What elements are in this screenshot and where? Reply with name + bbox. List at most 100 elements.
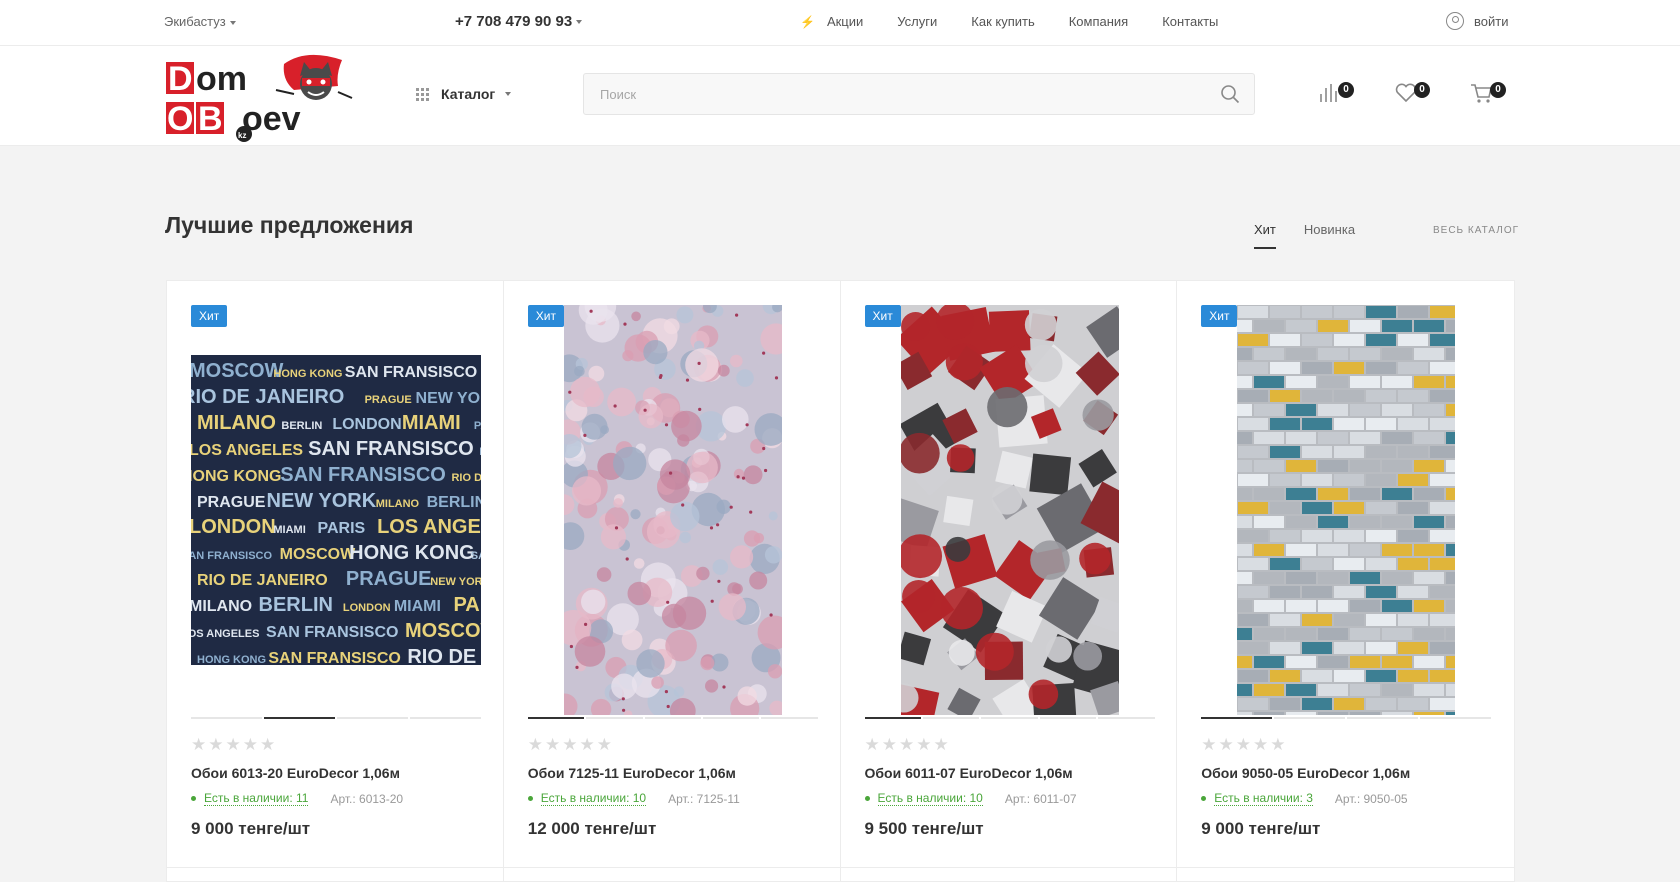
nav-item-services[interactable]: Услуги: [897, 14, 937, 29]
product-name[interactable]: Обои 9050-05 EuroDecor 1,06м: [1201, 765, 1410, 781]
brick: [1382, 628, 1413, 640]
product-image[interactable]: MOSCOW HONG KONG SAN FRANSISCO RIO DE JANEI…: [191, 305, 481, 715]
article-number: Арт.: 9050-05: [1334, 791, 1408, 806]
pattern-word: MILANO: [197, 412, 276, 434]
brick: [1430, 670, 1456, 682]
product-image[interactable]: [528, 305, 818, 715]
stock-status[interactable]: Есть в наличии: 3: [1214, 791, 1313, 806]
nav-item-company[interactable]: Компания: [1069, 14, 1129, 29]
brick: [1237, 320, 1253, 332]
brick: [1318, 348, 1349, 360]
pattern-word: MIAMI: [402, 412, 461, 434]
stock-status[interactable]: Есть в наличии: 10: [877, 791, 983, 806]
brick: [1446, 572, 1456, 584]
brick: [1270, 642, 1301, 654]
petal: [718, 593, 746, 621]
product-card[interactable]: Хит ★★★★★ Обои 9050-05 EuroDecor 1,06м Е…: [1177, 281, 1514, 881]
brick: [1238, 670, 1269, 682]
search-input[interactable]: [584, 74, 1184, 114]
product-name[interactable]: Обои 7125-11 EuroDecor 1,06м: [528, 765, 736, 781]
brick: [1398, 390, 1429, 402]
brick: [1238, 558, 1269, 570]
brick: [1446, 712, 1456, 715]
brick: [1270, 558, 1301, 570]
product-name[interactable]: Обои 6011-07 EuroDecor 1,06м: [865, 765, 1073, 781]
brick: [1366, 642, 1397, 654]
flower-center: [710, 599, 714, 603]
brick: [1382, 544, 1413, 556]
in-stock-dot-icon: [1201, 796, 1207, 801]
brick: [1334, 558, 1365, 570]
in-stock-dot-icon: [191, 796, 196, 801]
petal: [612, 446, 647, 481]
compare-button[interactable]: 0: [1318, 82, 1354, 104]
brick: [1414, 516, 1445, 528]
favorites-button[interactable]: 0: [1394, 82, 1430, 104]
city-names-wallpaper-icon: MOSCOWHONG KONG SAN FRANSISCORIO DE JANEI…: [191, 355, 481, 665]
brick: [1334, 698, 1365, 710]
pattern-word: LOS ANGELES: [377, 516, 481, 538]
brick: [1237, 516, 1253, 528]
hit-badge: Хит: [1201, 305, 1238, 327]
brick: [1270, 614, 1301, 626]
brick: [1350, 572, 1381, 584]
user-icon: [1446, 12, 1464, 30]
brick: [1254, 460, 1285, 472]
product-price: 9 000 тенге/шт: [1201, 819, 1321, 838]
catalog-menu-button[interactable]: Каталог: [416, 86, 512, 102]
brick: [1430, 502, 1456, 514]
brick: [1237, 628, 1253, 640]
brick: [1350, 320, 1381, 332]
brick: [1382, 320, 1413, 332]
pattern-word: SAN FRANSISCO: [191, 550, 273, 562]
site-logo[interactable]: D om O B oev kz: [166, 50, 366, 144]
search-icon[interactable]: [1220, 84, 1240, 104]
brick: [1302, 418, 1333, 430]
product-image[interactable]: [865, 305, 1155, 715]
product-card[interactable]: Хит ★★★★★ Обои 6011-07 EuroDecor 1,06м Е…: [840, 281, 1178, 881]
nav-item-promos[interactable]: ⚡ Акции: [800, 14, 863, 29]
pattern-circle: [1024, 308, 1057, 341]
svg-text:D: D: [168, 60, 193, 98]
pattern-word: RIO DE JANEIRO: [451, 472, 481, 484]
product-card[interactable]: Хит MOSCOW HONG KONG SAN FRANSISCO RIO DE J…: [167, 281, 504, 881]
brick: [1414, 712, 1445, 715]
brick: [1414, 320, 1445, 332]
stock-status[interactable]: Есть в наличии: 11: [204, 791, 309, 806]
brick: [1430, 642, 1456, 654]
flower-center: [569, 644, 573, 649]
tab-new[interactable]: Новинка: [1304, 222, 1355, 249]
image-gallery-indicator[interactable]: [864, 717, 1155, 719]
nav-item-contacts[interactable]: Контакты: [1162, 14, 1218, 29]
image-gallery-indicator[interactable]: [527, 717, 818, 719]
geometric-wallpaper-icon: [900, 305, 1119, 715]
image-gallery-indicator[interactable]: [1201, 717, 1492, 719]
brick: [1414, 684, 1445, 696]
brick-pattern-wallpaper-icon: [1237, 305, 1456, 715]
flower-center: [761, 446, 766, 451]
product-card[interactable]: Хит ★★★★★ Обои 7125-11 EuroDecor 1,06м Е…: [503, 281, 841, 881]
brick: [1414, 348, 1445, 360]
grid-icon: [416, 87, 429, 101]
flower-center: [664, 423, 668, 427]
image-gallery-indicator[interactable]: [191, 717, 481, 719]
all-catalog-link[interactable]: весь каталог: [1433, 225, 1519, 236]
login-link[interactable]: войти: [1446, 12, 1508, 30]
nav-item-how-to-buy[interactable]: Как купить: [971, 14, 1034, 29]
phone-number[interactable]: +7 708 479 90 93: [455, 13, 583, 30]
tab-hit[interactable]: Хит: [1254, 222, 1276, 249]
pattern-shape: [942, 495, 973, 527]
product-image[interactable]: [1201, 305, 1491, 715]
pattern-word: PRAGUE: [346, 568, 432, 590]
flower-center: [664, 690, 668, 694]
petal: [621, 629, 643, 651]
stock-status[interactable]: Есть в наличии: 10: [540, 791, 647, 806]
brick: [1254, 544, 1285, 556]
brick: [1446, 684, 1456, 696]
city-selector[interactable]: Экибастуз: [164, 14, 236, 29]
product-name[interactable]: Обои 6013-20 EuroDecor 1,06м: [191, 765, 400, 781]
petal: [748, 571, 767, 590]
chevron-down-icon: [576, 20, 583, 25]
header: D om O B oev kz Каталог 0: [0, 46, 1680, 146]
cart-button[interactable]: 0: [1470, 82, 1506, 104]
